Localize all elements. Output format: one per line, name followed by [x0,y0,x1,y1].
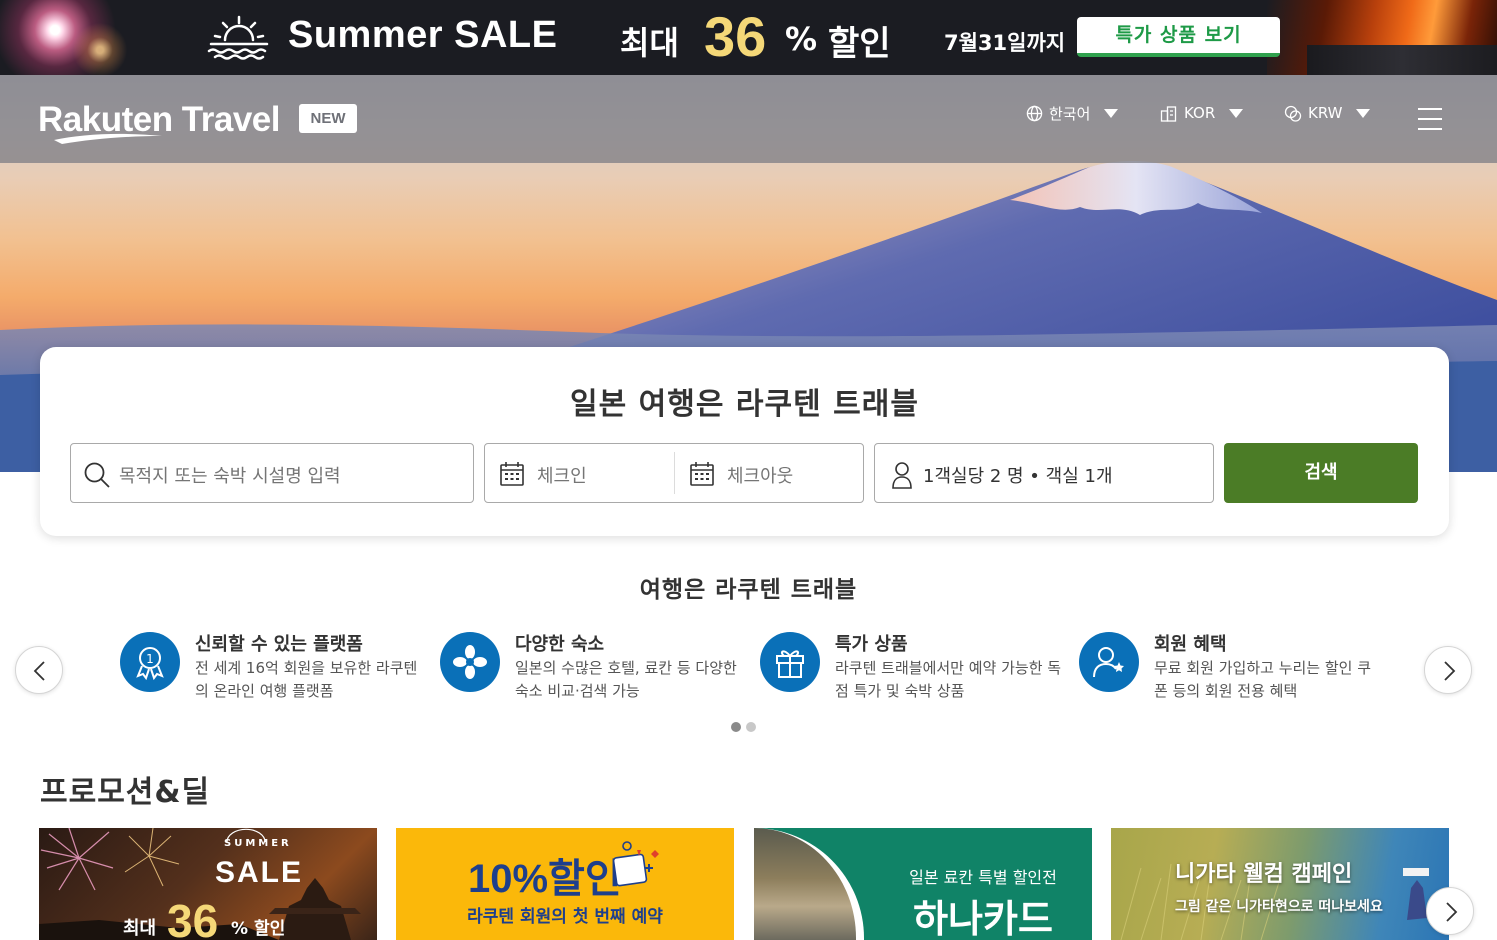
search-button[interactable]: 검색 [1224,443,1418,503]
promo-card-subtitle: 그림 같은 니가타현으로 떠나보세요 [1175,899,1383,915]
carousel-next-button[interactable] [1424,646,1472,694]
feature-description: 전 세계 16억 회원을 보유한 라쿠텐의 온라인 여행 플랫폼 [195,659,418,700]
fireworks-decoration [70,20,130,75]
new-badge: NEW [299,104,357,133]
region-label: KOR [1184,104,1216,122]
feature-item-special-deals: 특가 상품 라쿠텐 트래블에서만 예약 가능한 독점 특가 및 숙박 상품 [760,630,1061,704]
search-icon [84,462,110,488]
currency-selector[interactable]: KRW [1284,100,1371,126]
promo-card-title: 니가타 웰컴 캠페인 [1175,862,1353,887]
promo-card-summer-sale[interactable]: SUMMER SALE 최대 36 % 할인 [39,828,377,940]
sunset-icon [207,15,269,60]
coupon-ticket-icon [612,841,659,887]
promo-card-subtitle: 일본 료칸 특별 할인전 [909,868,1057,887]
feature-description: 일본의 수많은 호텔, 료칸 등 다양한 숙소 비교·검색 가능 [515,659,737,700]
date-range-picker[interactable]: 체크인 체크아웃 [484,443,864,503]
pagination-dot[interactable] [731,722,741,732]
promo-card-subtitle: 라쿠텐 회원의 첫 번째 예약 [467,907,663,927]
chevron-down-icon [1104,108,1119,118]
checkout-placeholder[interactable]: 체크아웃 [727,462,793,488]
feature-item-various-lodging: 다양한 숙소 일본의 수많은 호텔, 료칸 등 다양한 숙소 비교·검색 가능 [440,630,740,704]
promo-card-max-label: 최대 [123,918,157,939]
fire-festival-photo [1267,0,1497,75]
language-selector[interactable]: 한국어 [1026,100,1119,126]
svg-text:1: 1 [146,652,154,666]
promo-card-first-booking[interactable]: 10%할인 라쿠텐 회원의 첫 번째 예약 [396,828,734,940]
carousel-pagination [731,722,756,732]
feature-title: 회원 혜택 [1154,634,1227,655]
ryokan-photo [754,828,864,940]
promo-card-percent: 36 [167,895,219,940]
chevron-right-icon [1444,661,1456,681]
destination-placeholder: 목적지 또는 숙박 시설명 입력 [119,466,341,487]
banner-percent-sign: % [785,20,818,58]
promo-card-summer-label: SUMMER [224,838,292,849]
guests-selector[interactable]: 1객실당 2 명 • 객실 1개 [874,443,1214,503]
feature-description: 라쿠텐 트래블에서만 예약 가능한 독점 특가 및 숙박 상품 [835,659,1062,700]
coins-icon [1284,105,1302,122]
user-star-icon [1079,632,1139,692]
banner-max-label: 최대 [620,24,679,62]
guests-value: 1객실당 2 명 • 객실 1개 [923,466,1113,487]
feature-description: 무료 회원 가입하고 누리는 할인 쿠폰 등의 회원 전용 혜택 [1154,659,1372,700]
banner-off-label: 할인 [828,24,891,64]
logo-swoosh-icon [54,133,162,144]
promo-card-discount-text: 10%할인 [468,857,622,901]
globe-icon [1026,105,1043,121]
language-label: 한국어 [1049,104,1091,123]
feature-title: 특가 상품 [835,634,908,655]
calendar-icon [500,462,524,486]
date-divider [674,452,675,494]
currency-label: KRW [1308,104,1343,122]
chevron-left-icon [33,661,45,681]
promo-card-off-label: % 할인 [231,919,286,939]
promo-card-sale-label: SALE [215,856,304,889]
destination-input[interactable]: 목적지 또는 숙박 시설명 입력 [70,443,474,503]
chevron-right-icon [1446,902,1458,922]
region-selector[interactable]: KOR [1160,100,1244,126]
chevron-down-icon [1229,108,1244,118]
search-title: 일본 여행은 라쿠텐 트래블 [570,387,919,422]
promo-card-hanacard[interactable]: 일본 료칸 특별 할인전 하나카드 [754,828,1092,940]
calendar-icon [690,462,714,486]
buildings-icon [1160,105,1177,122]
features-heading: 여행은 라쿠텐 트래블 [639,577,858,603]
banner-title: Summer SALE [288,14,558,56]
banner-percent: 36 [704,5,767,68]
promo-card-title: 하나카드 [913,897,1053,940]
award-badge-icon: 1 [120,632,180,692]
feature-title: 다양한 숙소 [515,634,605,655]
promo-banner[interactable]: Summer SALE 최대 36 % 할인 7월31일까지 특가 상품 보기 [0,0,1497,75]
feature-title: 신뢰할 수 있는 플랫폼 [195,634,363,655]
feature-item-member-benefits: 회원 혜택 무료 회원 가입하고 누리는 할인 쿠폰 등의 회원 전용 혜택 [1079,630,1379,704]
gift-icon [760,632,820,692]
promo-card-niigata[interactable]: 니가타 웰컴 캠페인 그림 같은 니가타현으로 떠나보세요 [1111,828,1449,940]
search-panel: 일본 여행은 라쿠텐 트래블 목적지 또는 숙박 시설명 입력 체크인 체크아웃… [40,347,1449,536]
checkin-placeholder[interactable]: 체크인 [537,462,587,488]
flower-icon [440,632,500,692]
chevron-down-icon [1356,108,1371,118]
carousel-prev-button[interactable] [15,646,63,694]
promotions-next-button[interactable] [1426,887,1474,935]
banner-until: 7월31일까지 [944,31,1066,55]
promotions-heading: 프로모션&딜 [40,775,211,810]
special-deals-button[interactable]: 특가 상품 보기 [1077,17,1280,57]
person-icon [892,462,912,489]
feature-item-trusted-platform: 1 신뢰할 수 있는 플랫폼 전 세계 16억 회원을 보유한 라쿠텐의 온라인… [120,630,420,704]
hamburger-menu-icon[interactable] [1418,108,1442,130]
pagination-dot[interactable] [746,722,756,732]
